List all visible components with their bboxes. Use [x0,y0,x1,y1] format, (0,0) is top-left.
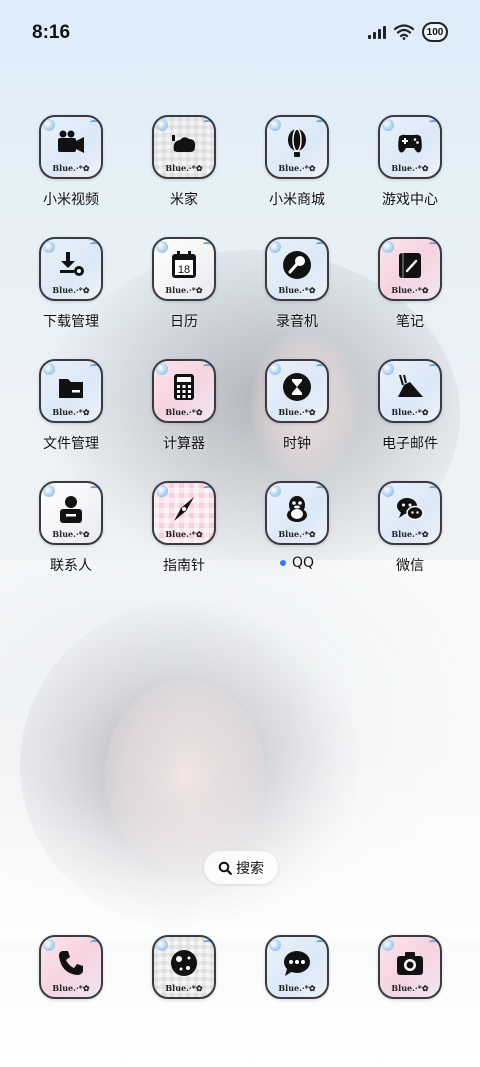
app-label: 小米视频 [43,192,99,208]
app-label: 笔记 [396,314,424,330]
dock: Blue.·*✿ Blue.·*✿ Blue.·*✿ Blue.·*✿ [0,935,480,1005]
status-icons: 100 [368,22,448,42]
app-compass[interactable]: Blue.·*✿ 指南针 [128,481,240,581]
app-calculator[interactable]: Blue.·*✿ 计算器 [128,359,240,459]
microphone-icon [283,251,311,279]
dock-phone[interactable]: Blue.·*✿ [15,935,127,1005]
search-icon [218,861,232,875]
battery-icon: 100 [422,22,448,42]
app-downloads[interactable]: Blue.·*✿ 下载管理 [15,237,127,337]
svg-text:18: 18 [178,264,190,276]
notebook-icon [399,253,421,278]
app-label: 微信 [396,558,424,574]
signal-icon [368,25,386,39]
app-label: 计算器 [163,436,205,452]
gamepad-icon [398,134,422,153]
app-clock[interactable]: Blue.·*✿ 时钟 [241,359,353,459]
paper-plane-icon [398,374,423,397]
app-mijia[interactable]: Blue.·*✿ 米家 [128,115,240,215]
status-bar: 8:16 100 [0,0,480,68]
dock-browser[interactable]: Blue.·*✿ [128,935,240,1005]
app-contacts[interactable]: Blue.·*✿ 联系人 [15,481,127,581]
new-indicator-dot [279,560,286,566]
app-label: 小米商城 [269,192,325,208]
phone-icon [59,951,83,975]
status-time: 8:16 [32,22,71,43]
camera-icon [397,952,423,975]
app-label: 日历 [170,314,198,330]
app-mi-video[interactable]: Blue.·*✿ 小米视频 [15,115,127,215]
compass-icon [174,497,194,521]
calendar-icon: 18 [172,251,196,278]
browser-globe-icon [171,950,197,976]
mijia-icon [172,135,196,152]
app-label: 下载管理 [43,314,99,330]
hourglass-icon [283,373,311,401]
penguin-icon [287,496,307,522]
contact-card-icon [60,496,82,523]
wechat-icon [397,498,424,521]
dock-camera[interactable]: Blue.·*✿ [354,935,466,1005]
app-label: 指南针 [163,558,205,574]
app-game-center[interactable]: Blue.·*✿ 游戏中心 [354,115,466,215]
messages-icon [284,951,310,976]
app-label: 录音机 [276,314,318,330]
search-label: 搜索 [236,860,264,877]
app-label: 联系人 [50,558,92,574]
app-label: 文件管理 [43,436,99,452]
app-mi-store[interactable]: Blue.·*✿ 小米商城 [241,115,353,215]
balloon-icon [288,128,306,157]
video-camera-icon [58,130,84,153]
app-calendar[interactable]: 18 Blue.·*✿ 日历 [128,237,240,337]
app-notes[interactable]: Blue.·*✿ 笔记 [354,237,466,337]
app-label: 游戏中心 [382,192,438,208]
app-qq[interactable]: Blue.·*✿ QQ [241,481,353,581]
dock-messages[interactable]: Blue.·*✿ [241,935,353,1005]
app-recorder[interactable]: Blue.·*✿ 录音机 [241,237,353,337]
download-gear-icon [60,252,84,276]
app-wechat[interactable]: Blue.·*✿ 微信 [354,481,466,581]
home-search-button[interactable]: 搜索 [204,851,278,884]
app-label: 米家 [170,192,198,208]
app-email[interactable]: Blue.·*✿ 电子邮件 [354,359,466,459]
app-label: 电子邮件 [382,436,438,452]
wifi-icon [394,24,414,40]
folder-icon [59,379,83,398]
app-label: 时钟 [283,436,311,452]
calculator-icon [174,374,194,400]
app-file-manager[interactable]: Blue.·*✿ 文件管理 [15,359,127,459]
app-label: QQ [279,555,314,571]
